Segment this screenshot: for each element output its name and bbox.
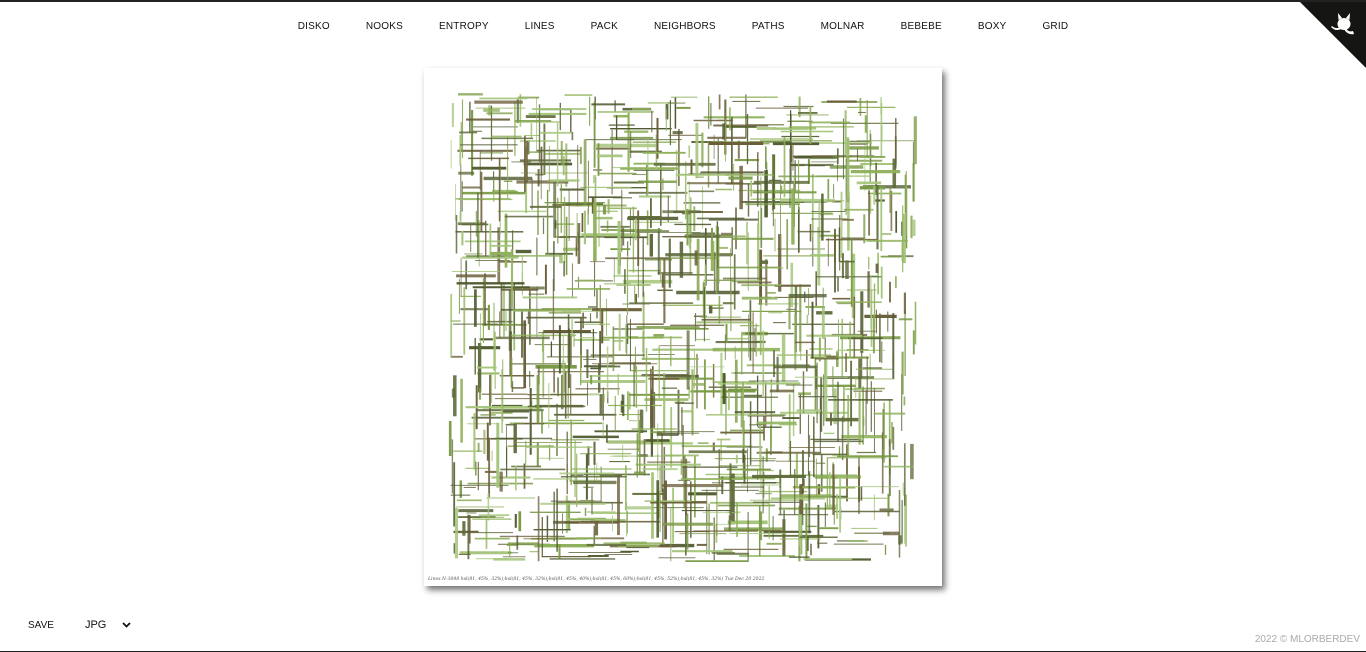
nav-item-grid[interactable]: GRID bbox=[1042, 20, 1068, 34]
nav-item-paths[interactable]: PATHS bbox=[752, 20, 785, 34]
nav-item-boxy[interactable]: BOXY bbox=[978, 20, 1007, 34]
app-root: DISKO NOOKS ENTROPY LINES PACK NEIGHBORS… bbox=[0, 0, 1366, 652]
top-navigation: DISKO NOOKS ENTROPY LINES PACK NEIGHBORS… bbox=[0, 20, 1366, 34]
artwork-frame: Lines N-3048 hsl(81, 45%, 32%);hsl(81, 4… bbox=[424, 68, 942, 586]
github-corner-link[interactable] bbox=[1300, 2, 1366, 68]
nav-item-bebebe[interactable]: BEBEBE bbox=[901, 20, 942, 34]
footer-copyright: 2022 © MLORBERDEV bbox=[1254, 634, 1360, 645]
save-controls: SAVE JPG bbox=[28, 619, 131, 631]
nav-item-disko[interactable]: DISKO bbox=[298, 20, 330, 34]
nav-item-neighbors[interactable]: NEIGHBORS bbox=[654, 20, 716, 34]
lines-artwork-canvas bbox=[448, 93, 917, 562]
nav-item-nooks[interactable]: NOOKS bbox=[366, 20, 403, 34]
chevron-down-icon bbox=[122, 619, 131, 631]
artwork-caption: Lines N-3048 hsl(81, 45%, 32%);hsl(81, 4… bbox=[428, 577, 765, 582]
nav-item-lines[interactable]: LINES bbox=[525, 20, 555, 34]
github-octocat-icon bbox=[1300, 2, 1366, 68]
save-button[interactable]: SAVE bbox=[28, 620, 54, 631]
format-select-value: JPG bbox=[84, 619, 107, 631]
nav-item-molnar[interactable]: MOLNAR bbox=[821, 20, 865, 34]
nav-item-entropy[interactable]: ENTROPY bbox=[439, 20, 489, 34]
nav-item-pack[interactable]: PACK bbox=[591, 20, 618, 34]
format-select[interactable]: JPG bbox=[85, 619, 131, 631]
